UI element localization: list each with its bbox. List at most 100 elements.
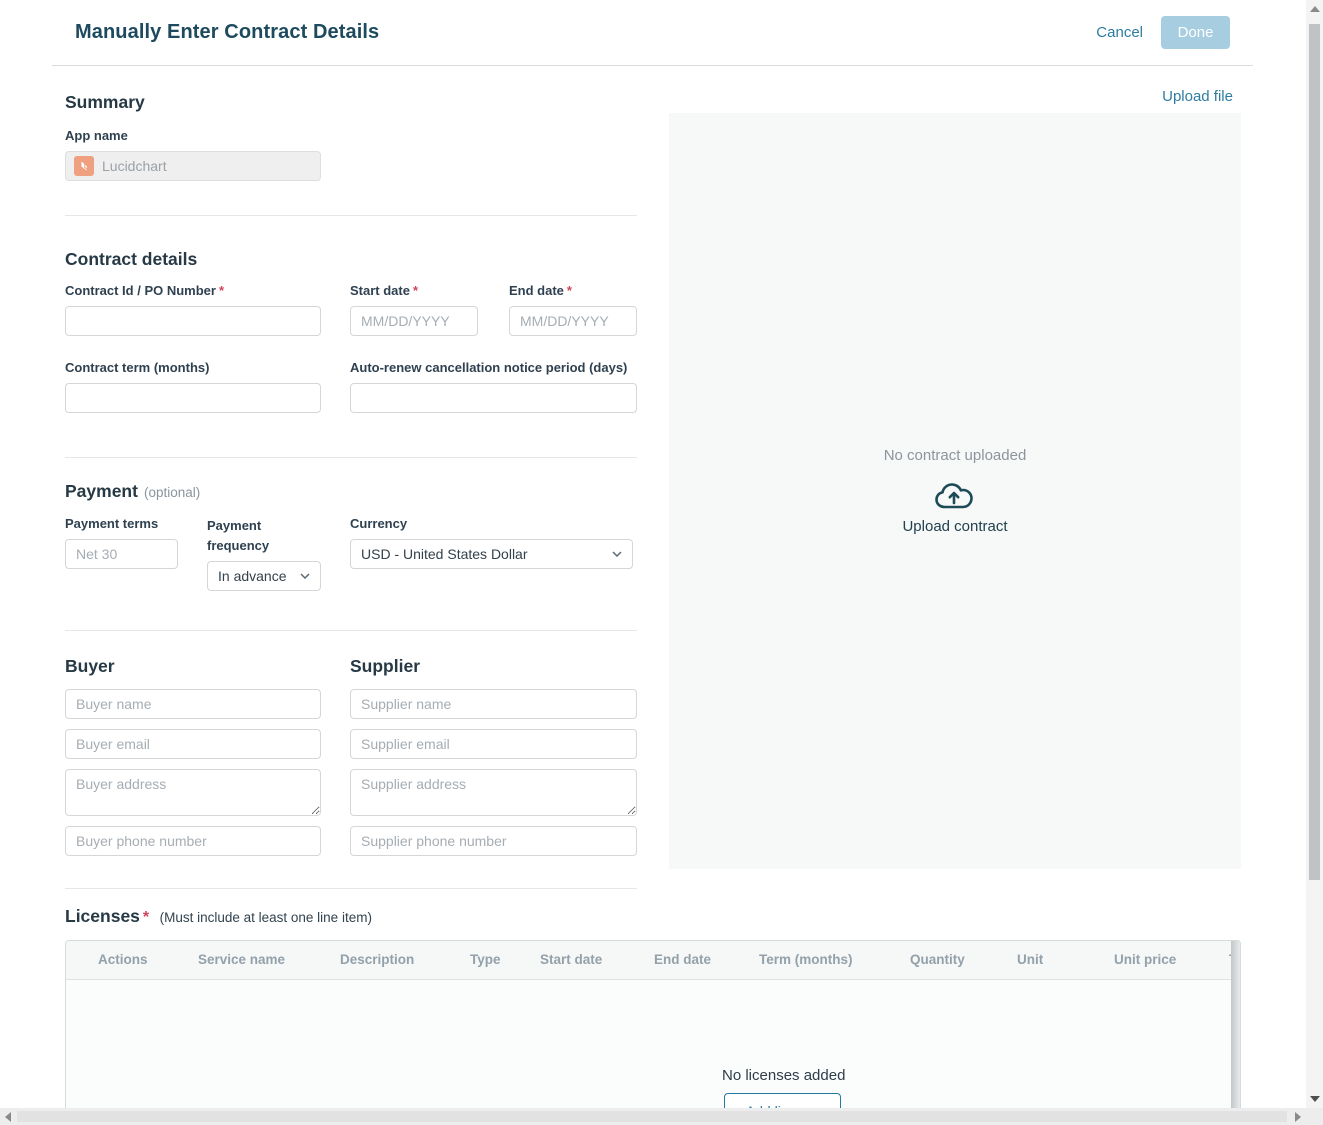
supplier-heading: Supplier	[350, 656, 421, 676]
scroll-right-arrow-icon[interactable]	[1295, 1112, 1301, 1122]
licenses-header-row: Actions Service name Description Type Start …	[66, 941, 1240, 980]
horizontal-scrollbar[interactable]	[0, 1108, 1306, 1125]
no-licenses-text: No licenses added	[722, 1067, 846, 1084]
payment-terms-label: Payment terms	[65, 516, 159, 531]
done-button[interactable]: Done	[1161, 16, 1230, 49]
lucidchart-icon	[74, 156, 94, 176]
section-divider	[65, 215, 637, 216]
payment-row: Payment terms Payment frequency In advan…	[65, 516, 637, 591]
horizontal-scrollbar-thumb[interactable]	[17, 1111, 1287, 1122]
chevron-down-icon	[300, 573, 310, 579]
contract-term-label: Contract term (months)	[65, 360, 210, 375]
vertical-scrollbar[interactable]	[1306, 0, 1323, 1108]
optional-note: (optional)	[143, 485, 201, 500]
app-name-label: App name	[65, 128, 128, 143]
payment-frequency-group: Payment frequency In advance	[207, 516, 321, 591]
start-date-group: Start date *	[350, 283, 478, 336]
end-date-input[interactable]	[509, 306, 637, 336]
form-column: Summary App name Lucidchart Contract det…	[65, 80, 637, 889]
contract-preview-column: Upload file No contract uploaded Upload …	[669, 88, 1241, 869]
payment-terms-input[interactable]	[65, 539, 178, 569]
scrollbar-corner	[1306, 1108, 1323, 1125]
scroll-up-arrow-icon[interactable]	[1310, 6, 1320, 12]
required-asterisk: *	[218, 283, 225, 298]
payment-terms-group: Payment terms	[65, 516, 178, 591]
licenses-section: Licenses * (Must include at least one lin…	[65, 906, 1241, 1125]
buyer-section: Buyer	[65, 656, 321, 866]
contract-details-heading: Contract details	[65, 249, 198, 269]
no-contract-text: No contract uploaded	[883, 447, 1027, 464]
section-divider	[65, 630, 637, 631]
cloud-upload-icon	[934, 483, 976, 515]
start-date-input[interactable]	[350, 306, 478, 336]
column-header-type: Type	[470, 952, 501, 967]
end-date-label: End date *	[509, 283, 572, 298]
upload-contract-label: Upload contract	[902, 518, 1008, 535]
scroll-left-arrow-icon[interactable]	[5, 1112, 11, 1122]
app-name-field: Lucidchart	[65, 151, 321, 181]
table-scrollbar[interactable]	[1231, 941, 1240, 1125]
payment-frequency-label: Payment frequency	[207, 518, 270, 553]
column-header-actions: Actions	[98, 952, 148, 967]
contract-preview-panel: No contract uploaded Upload contract	[669, 113, 1241, 869]
required-asterisk: *	[142, 909, 150, 926]
supplier-address-input[interactable]	[350, 769, 637, 816]
column-header-unit-price: Unit price	[1114, 952, 1177, 967]
payment-section: Payment(optional) Payment terms Payment …	[65, 481, 637, 631]
section-divider	[65, 457, 637, 458]
supplier-name-input[interactable]	[350, 689, 637, 719]
scroll-down-arrow-icon[interactable]	[1310, 1096, 1320, 1102]
currency-select[interactable]: USD - United States Dollar	[350, 539, 633, 569]
required-asterisk: *	[566, 283, 572, 298]
upload-contract-button[interactable]: Upload contract	[669, 481, 1241, 535]
column-header-service-name: Service name	[198, 952, 286, 967]
buyer-phone-input[interactable]	[65, 826, 321, 856]
column-header-unit: Unit	[1017, 952, 1044, 967]
page-title: Manually Enter Contract Details	[75, 21, 380, 43]
payment-frequency-select[interactable]: In advance	[207, 561, 321, 591]
buyer-heading: Buyer	[65, 656, 115, 676]
buyer-name-input[interactable]	[65, 689, 321, 719]
licenses-heading-row: Licenses * (Must include at least one lin…	[65, 906, 1241, 927]
vertical-scrollbar-thumb[interactable]	[1309, 24, 1320, 880]
app-name-value: Lucidchart	[102, 158, 167, 174]
buyer-address-input[interactable]	[65, 769, 321, 816]
supplier-section: Supplier	[350, 656, 637, 866]
contract-id-label: Contract Id / PO Number *	[65, 283, 225, 298]
autorenew-group: Auto-renew cancellation notice period (d…	[350, 360, 637, 413]
licenses-note: (Must include at least one line item)	[159, 910, 372, 925]
column-header-term-months: Term (months)	[759, 952, 853, 967]
payment-heading: Payment (optional)	[65, 481, 201, 501]
required-asterisk: *	[412, 283, 419, 298]
autorenew-input[interactable]	[350, 383, 637, 413]
chevron-down-icon	[612, 551, 622, 557]
licenses-table: Actions Service name Description Type Start …	[65, 940, 1241, 1125]
buyer-supplier-row: Buyer Supplier	[65, 656, 637, 866]
contract-row-2: Contract term (months) Auto-renew cancel…	[65, 360, 637, 413]
summary-heading: Summary	[65, 92, 145, 112]
currency-value: USD - United States Dollar	[361, 546, 528, 562]
currency-label: Currency	[350, 516, 408, 531]
column-header-quantity: Quantity	[910, 952, 965, 967]
column-header-end-date: End date	[654, 952, 712, 967]
cancel-button[interactable]: Cancel	[1096, 24, 1143, 41]
contract-id-input[interactable]	[65, 306, 321, 336]
payment-frequency-value: In advance	[218, 568, 287, 584]
currency-group: Currency USD - United States Dollar	[350, 516, 633, 591]
supplier-phone-input[interactable]	[350, 826, 637, 856]
buyer-email-input[interactable]	[65, 729, 321, 759]
header-actions: Cancel Done	[1096, 16, 1253, 49]
column-header-description: Description	[340, 952, 415, 967]
licenses-heading: Licenses	[65, 906, 140, 926]
page-header: Manually Enter Contract Details Cancel D…	[52, 0, 1253, 66]
contract-term-input[interactable]	[65, 383, 321, 413]
manually-enter-contract-page: Manually Enter Contract Details Cancel D…	[0, 0, 1323, 1125]
contract-term-group: Contract term (months)	[65, 360, 321, 413]
supplier-email-input[interactable]	[350, 729, 637, 759]
summary-section: Summary App name Lucidchart	[65, 92, 637, 216]
contract-row-1: Contract Id / PO Number* Start date* End…	[65, 283, 637, 336]
start-date-label: Start date *	[350, 283, 419, 298]
autorenew-label: Auto-renew cancellation notice period (d…	[350, 360, 628, 375]
section-divider	[65, 888, 637, 889]
upload-file-link[interactable]: Upload file	[669, 88, 1241, 105]
